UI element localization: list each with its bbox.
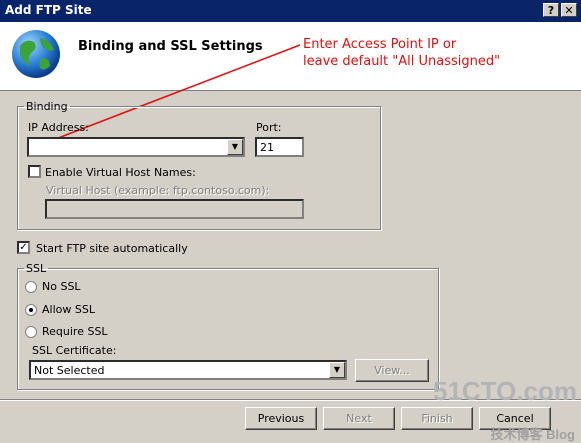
finish-button[interactable]: Finish: [401, 407, 473, 430]
ip-address-label: IP Address:: [28, 121, 89, 134]
view-certificate-button[interactable]: View...: [355, 359, 429, 382]
port-input[interactable]: 21: [255, 137, 304, 157]
require-ssl-label: Require SSL: [42, 325, 108, 338]
watermark-sub: 技术博客 Blog: [490, 427, 576, 442]
start-auto-label: Start FTP site automatically: [36, 242, 188, 255]
ip-address-dropdown[interactable]: ▼: [27, 137, 245, 157]
virtual-host-checkbox-label: Enable Virtual Host Names:: [45, 166, 196, 179]
ssl-legend: SSL: [26, 262, 47, 275]
allow-ssl-radio[interactable]: [25, 304, 37, 316]
virtual-host-label: Virtual Host (example: ftp.contoso.com):: [46, 184, 270, 197]
previous-button[interactable]: Previous: [245, 407, 317, 430]
ssl-certificate-dropdown[interactable]: Not Selected ▼: [29, 360, 347, 380]
allow-ssl-label: Allow SSL: [42, 303, 95, 316]
no-ssl-label: No SSL: [42, 280, 81, 293]
next-button[interactable]: Next: [323, 407, 395, 430]
virtual-host-checkbox[interactable]: [28, 165, 41, 178]
watermark-logo: 51CTO.com: [432, 376, 577, 406]
binding-legend: Binding: [26, 100, 68, 113]
chevron-down-icon[interactable]: ▼: [329, 362, 345, 378]
start-auto-checkbox[interactable]: ✓: [17, 241, 30, 254]
ssl-certificate-label: SSL Certificate:: [32, 344, 117, 357]
virtual-host-input[interactable]: [45, 199, 304, 219]
ssl-certificate-value: Not Selected: [34, 364, 105, 377]
no-ssl-radio[interactable]: [25, 281, 37, 293]
require-ssl-radio[interactable]: [25, 326, 37, 338]
port-label: Port:: [256, 121, 282, 134]
chevron-down-icon[interactable]: ▼: [227, 139, 243, 155]
